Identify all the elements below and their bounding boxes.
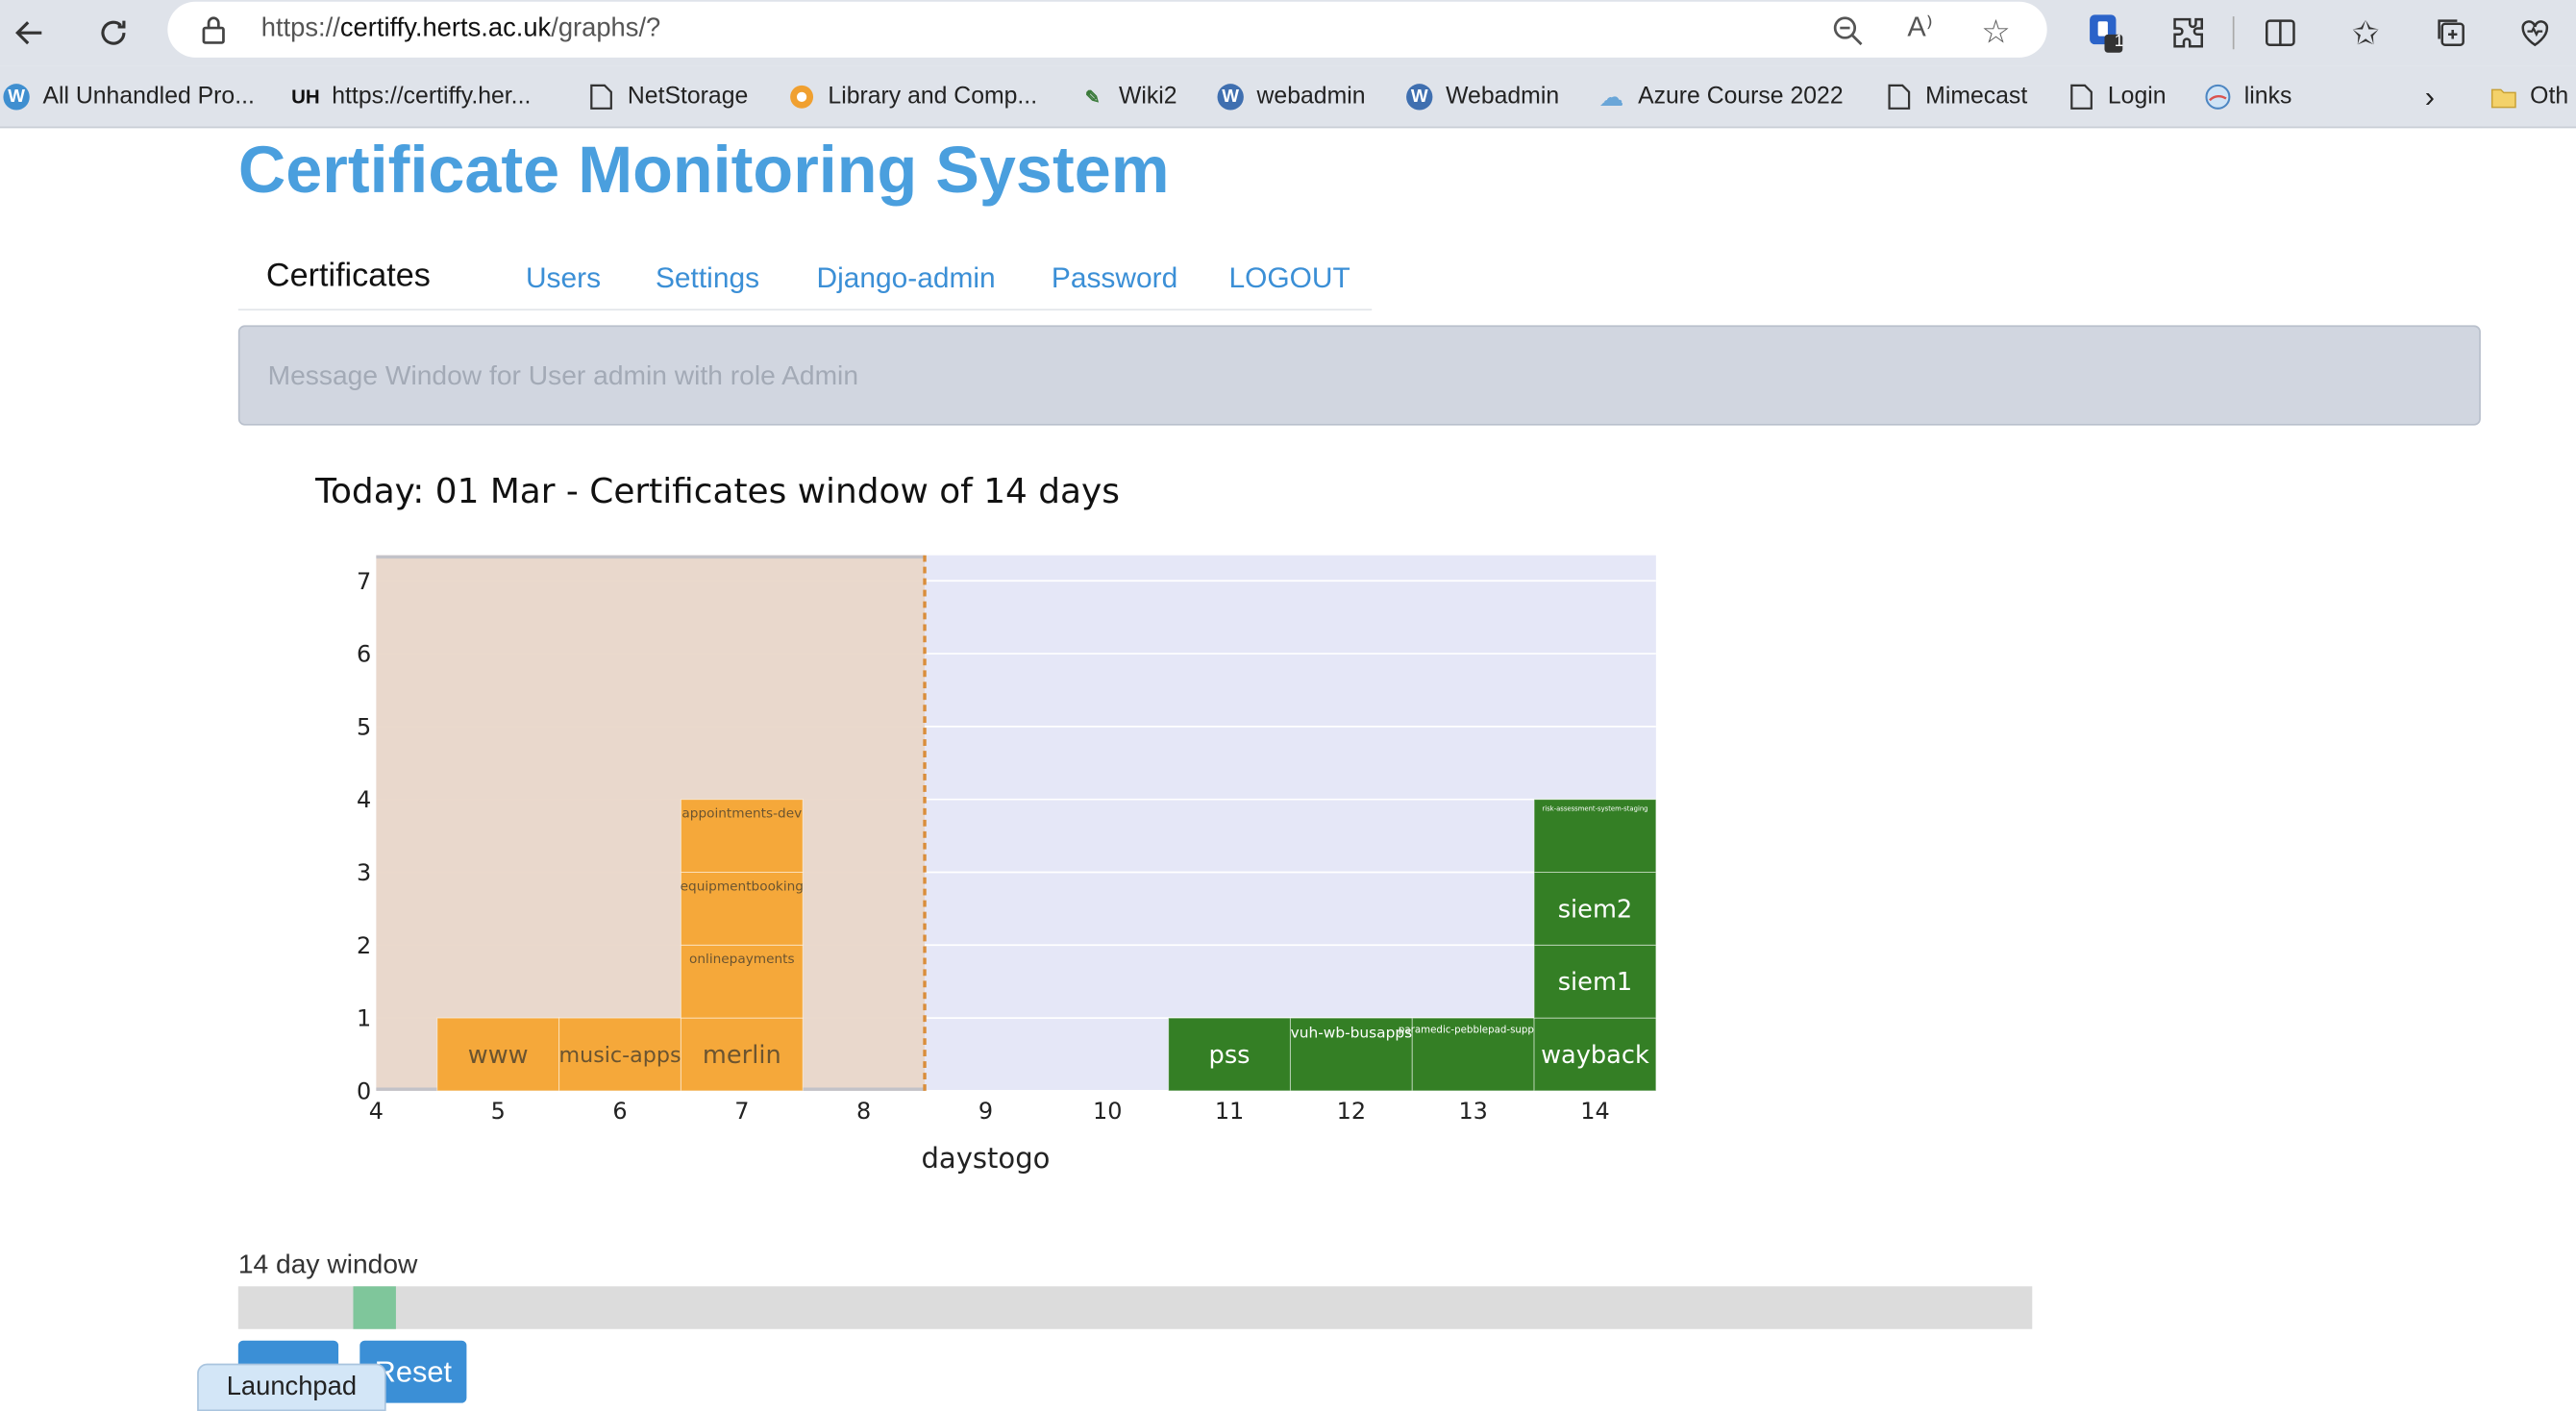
bookmarks-bar: W All Unhandled Pro... UH https://certiffy… bbox=[0, 65, 2576, 129]
day-window-slider[interactable] bbox=[237, 1286, 2033, 1329]
launchpad-button[interactable]: Launchpad bbox=[197, 1363, 386, 1411]
tab-users[interactable]: Users bbox=[526, 261, 601, 296]
x-tick-label: 7 bbox=[734, 1098, 749, 1125]
message-text: Message Window for User admin with role … bbox=[267, 361, 859, 391]
folder-icon bbox=[2490, 84, 2516, 110]
y-tick-label: 7 bbox=[357, 568, 371, 595]
favorites-icon[interactable]: ✩ bbox=[2341, 9, 2390, 58]
browser-window: https://certiffy.herts.ac.uk/graphs/? A⁾… bbox=[0, 0, 2576, 1411]
y-tick-label: 1 bbox=[357, 1005, 371, 1032]
message-window: Message Window for User admin with role … bbox=[237, 325, 2481, 426]
tab-django-admin[interactable]: Django-admin bbox=[816, 261, 995, 296]
bar-label: siem2 bbox=[1558, 895, 1633, 924]
toolbar-divider bbox=[2232, 16, 2235, 50]
globe-icon bbox=[2205, 84, 2231, 110]
wiki-icon: ✎ bbox=[1084, 87, 1101, 108]
wordpress-icon: W bbox=[3, 84, 30, 111]
puzzle-extensions-icon[interactable] bbox=[2164, 9, 2213, 58]
read-aloud-icon[interactable]: A⁾ bbox=[1907, 12, 1933, 44]
bookmark-login[interactable]: Login bbox=[2068, 81, 2167, 113]
back-icon[interactable] bbox=[5, 9, 54, 58]
bar-label: pss bbox=[1209, 1041, 1251, 1070]
lifebuoy-icon bbox=[788, 84, 814, 110]
address-bar[interactable]: https://certiffy.herts.ac.uk/graphs/? A⁾… bbox=[167, 1, 2047, 58]
collections-icon[interactable] bbox=[2426, 9, 2475, 58]
bookmark-mimecast[interactable]: Mimecast bbox=[1886, 81, 2027, 113]
bookmark-webadmin-2[interactable]: W Webadmin bbox=[1406, 81, 1559, 113]
x-tick-label: 11 bbox=[1215, 1098, 1244, 1125]
bookmark-azure-course[interactable]: ☁ Azure Course 2022 bbox=[1598, 81, 1844, 113]
bar-label: vuh-wb-busapps bbox=[1291, 1025, 1412, 1042]
slider-label: 14 day window bbox=[237, 1250, 418, 1280]
favorite-star-icon[interactable]: ☆ bbox=[1981, 12, 2011, 53]
x-tick-label: 6 bbox=[612, 1098, 627, 1125]
tab-password[interactable]: Password bbox=[1052, 261, 1177, 296]
tab-settings[interactable]: Settings bbox=[656, 261, 759, 296]
bookmark-library[interactable]: Library and Comp... bbox=[788, 81, 1037, 113]
chevron-right-icon[interactable]: › bbox=[2425, 80, 2435, 113]
bar-label: appointments-dev bbox=[681, 805, 802, 821]
y-tick-label: 4 bbox=[357, 786, 371, 813]
x-tick-label: 9 bbox=[978, 1098, 993, 1125]
bookmark-links[interactable]: links bbox=[2205, 81, 2291, 113]
bookmark-wiki2[interactable]: ✎ Wiki2 bbox=[1079, 81, 1177, 113]
x-axis-label: daystogo bbox=[921, 1142, 1050, 1175]
extension-icon[interactable]: 1 bbox=[2080, 9, 2129, 58]
x-tick-label: 13 bbox=[1458, 1098, 1487, 1125]
x-tick-label: 12 bbox=[1337, 1098, 1366, 1125]
page-icon bbox=[588, 84, 614, 110]
x-tick-label: 10 bbox=[1093, 1098, 1122, 1125]
wordpress-icon: W bbox=[1217, 84, 1244, 111]
browser-toolbar: https://certiffy.herts.ac.uk/graphs/? A⁾… bbox=[0, 0, 2576, 66]
bar-label: www bbox=[468, 1041, 529, 1070]
chart-title: Today: 01 Mar - Certificates window of 1… bbox=[314, 472, 1120, 511]
refresh-icon[interactable] bbox=[88, 9, 137, 58]
bar-label: merlin bbox=[703, 1041, 781, 1070]
bookmark-other-folder[interactable]: Oth bbox=[2490, 81, 2568, 113]
page-icon bbox=[2068, 84, 2094, 110]
bar-label: equipmentbooking bbox=[681, 879, 804, 894]
cloud-icon: ☁ bbox=[1599, 83, 1623, 110]
y-tick-label: 3 bbox=[357, 859, 371, 886]
expiry-shaded-region bbox=[376, 555, 926, 1091]
tab-logout[interactable]: LOGOUT bbox=[1228, 261, 1350, 296]
bookmark-all-unhandled[interactable]: W All Unhandled Pro... bbox=[3, 81, 255, 113]
slider-thumb[interactable] bbox=[353, 1286, 396, 1329]
x-tick-label: 8 bbox=[856, 1098, 871, 1125]
extension-badge: 1 bbox=[2114, 33, 2124, 51]
x-tick-label: 5 bbox=[491, 1098, 506, 1125]
main-nav: Certificates Users Settings Django-admin… bbox=[237, 250, 1373, 311]
bar-label: music-apps bbox=[559, 1043, 681, 1068]
page-title: Certificate Monitoring System bbox=[237, 135, 1170, 208]
page-icon bbox=[1886, 84, 1912, 110]
y-tick-label: 5 bbox=[357, 713, 371, 740]
bar-label: wayback bbox=[1541, 1041, 1649, 1070]
wordpress-icon: W bbox=[1406, 84, 1433, 111]
certificates-chart: Today: 01 Mar - Certificates window of 1… bbox=[314, 472, 1657, 1175]
bar-label: risk-assessment-system-staging bbox=[1542, 805, 1647, 813]
bar-label: siem1 bbox=[1558, 968, 1633, 997]
url-text: https://certiffy.herts.ac.uk/graphs/? bbox=[260, 14, 661, 43]
uh-logo-icon: UH bbox=[291, 85, 320, 109]
zoom-icon[interactable] bbox=[1832, 14, 1865, 56]
split-screen-icon[interactable] bbox=[2256, 9, 2305, 58]
browser-essentials-icon[interactable] bbox=[2511, 9, 2560, 58]
y-tick-label: 6 bbox=[357, 641, 371, 668]
x-tick-label: 4 bbox=[369, 1098, 384, 1125]
bar-label: paramedic-pebblepad-support bbox=[1399, 1024, 1548, 1035]
bookmark-certiffy[interactable]: UH https://certiffy.her... bbox=[291, 81, 531, 113]
y-tick-label: 2 bbox=[357, 932, 371, 959]
tab-certificates[interactable]: Certificates bbox=[266, 258, 431, 295]
x-tick-label: 14 bbox=[1580, 1098, 1609, 1125]
lock-icon[interactable] bbox=[201, 14, 227, 52]
bookmark-netstorage[interactable]: NetStorage bbox=[588, 81, 748, 113]
bookmark-webadmin[interactable]: Wwebadmin bbox=[1217, 81, 1366, 113]
bar-label: onlinepayments bbox=[689, 952, 795, 967]
